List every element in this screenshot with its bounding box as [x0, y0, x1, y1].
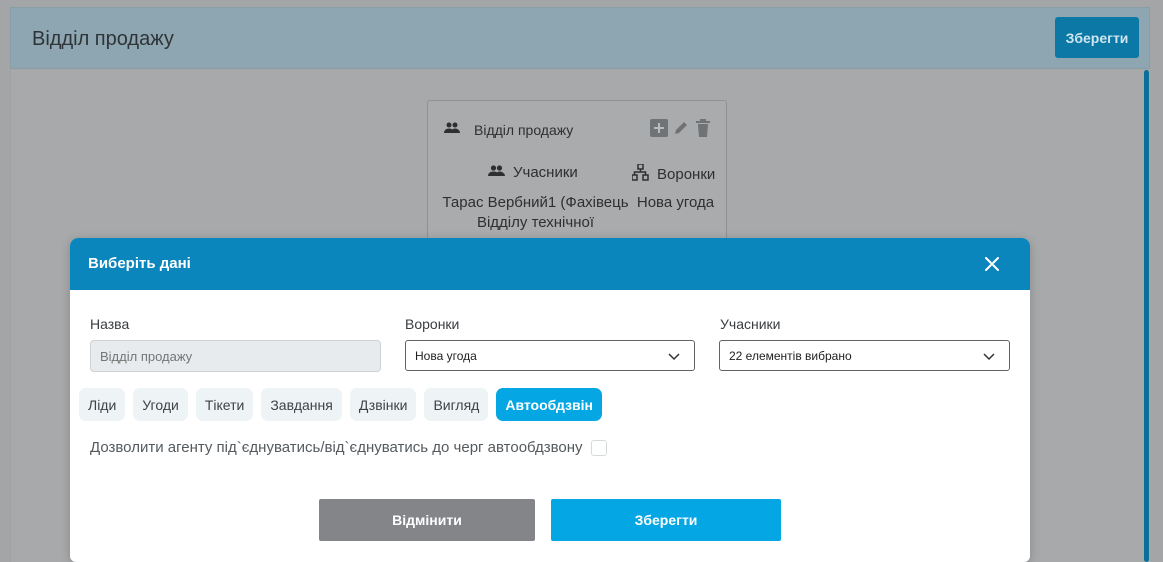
members-label: Учасники [720, 316, 781, 332]
modal-title: Виберіть дані [88, 255, 191, 272]
tab-autodialer[interactable]: Автообдзвін [496, 388, 602, 421]
funnels-label: Воронки [405, 316, 460, 332]
close-icon[interactable] [982, 254, 1002, 274]
tab-deals[interactable]: Угоди [133, 388, 188, 421]
funnels-select[interactable]: Нова угода [405, 340, 695, 371]
permission-row: Дозволити агенту під`єднуватись/від`єдну… [90, 439, 607, 456]
permission-label: Дозволити агенту під`єднуватись/від`єдну… [90, 439, 583, 456]
save-button[interactable]: Зберегти [551, 499, 781, 541]
name-label: Назва [90, 316, 130, 332]
tab-tasks[interactable]: Завдання [261, 388, 342, 421]
tab-tickets[interactable]: Тікети [195, 388, 254, 421]
select-data-modal: Виберіть дані Назва Воронки Нова угода У… [70, 238, 1030, 562]
members-select-value: 22 елементів вибрано [729, 348, 852, 363]
modal-header: Виберіть дані [70, 238, 1030, 290]
members-select[interactable]: 22 елементів вибрано [719, 340, 1010, 371]
permission-checkbox[interactable] [590, 439, 607, 456]
tabs: Ліди Угоди Тікети Завдання Дзвінки Вигля… [79, 388, 602, 421]
tab-view[interactable]: Вигляд [424, 388, 489, 421]
tab-leads[interactable]: Ліди [79, 388, 126, 421]
chevron-down-icon [668, 350, 680, 362]
cancel-button[interactable]: Відмінити [319, 499, 535, 541]
name-input[interactable] [90, 340, 381, 372]
chevron-down-icon [983, 350, 995, 362]
tab-calls[interactable]: Дзвінки [349, 388, 417, 421]
funnels-select-value: Нова угода [415, 348, 477, 363]
